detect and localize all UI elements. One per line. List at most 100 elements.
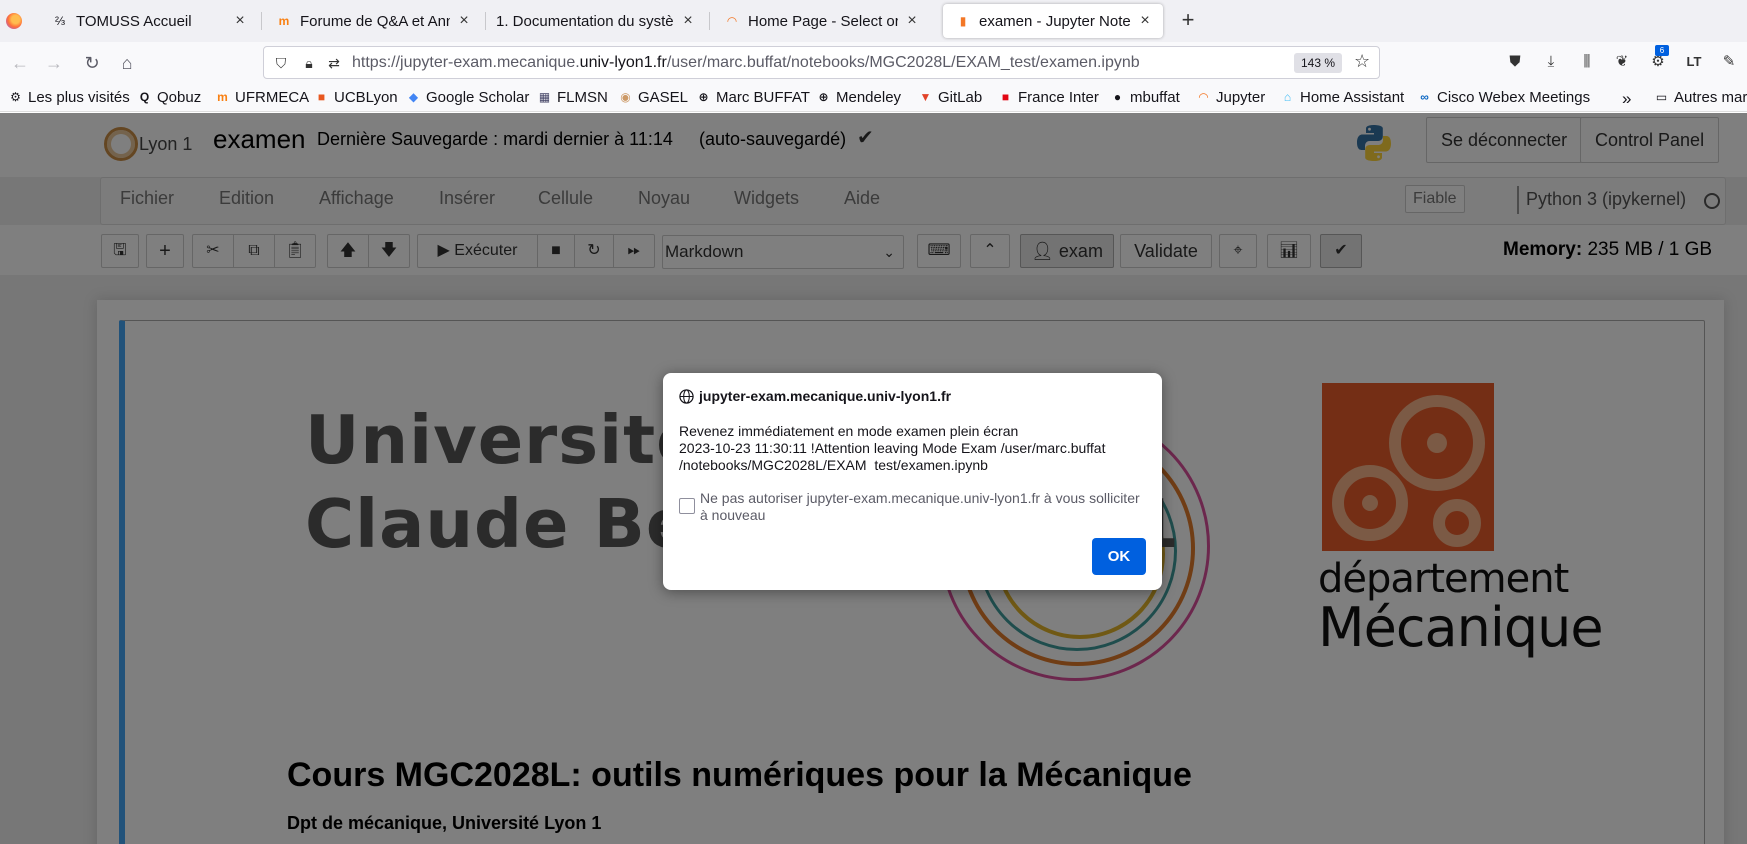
ucbl-icon: ■ xyxy=(317,90,326,104)
tab-home-page[interactable]: ◠ Home Page - Select or create × xyxy=(712,4,930,38)
bookmark-label: Home Assistant xyxy=(1300,89,1405,106)
globe-icon: ⊕ xyxy=(698,90,709,104)
firefox-logo-icon[interactable] xyxy=(6,13,22,29)
bookmark-label: mbuffat xyxy=(1130,89,1180,106)
close-icon[interactable]: × xyxy=(1137,13,1153,29)
bookmark-label: France Inter xyxy=(1018,89,1099,106)
tab-separator xyxy=(261,12,262,30)
download-icon[interactable]: ⤓ xyxy=(1541,52,1561,72)
bookmark-label: GASEL xyxy=(638,89,689,106)
bookmark-item[interactable]: ● mbuffat xyxy=(1110,89,1180,106)
jupyter-icon: ◠ xyxy=(1198,90,1209,104)
bookmark-item[interactable]: ◉ GASEL xyxy=(618,89,688,106)
zoom-level[interactable]: 143 % xyxy=(1294,53,1343,73)
dialog-message: Revenez immédiatement en mode examen ple… xyxy=(679,423,1149,474)
bookmarks-overflow-icon[interactable]: » xyxy=(1622,89,1631,109)
alert-dialog: jupyter-exam.mecanique.univ-lyon1.fr Rev… xyxy=(663,373,1162,590)
tab-separator xyxy=(485,12,486,30)
bookmark-label: Les plus visités xyxy=(28,89,130,106)
tab-documentation[interactable]: 1. Documentation du système × xyxy=(488,4,706,38)
moodle-icon: m xyxy=(278,14,290,28)
bookmark-star-icon[interactable]: ☆ xyxy=(1354,51,1370,72)
tab-separator xyxy=(709,12,710,30)
other-bookmarks[interactable]: ▭ Autres marque-pages xyxy=(1654,89,1747,106)
url-bar[interactable]: ⛉ 🔒︎ ⇄ https://jupyter-exam.mecanique.un… xyxy=(263,46,1380,79)
library-icon[interactable]: ⫼ xyxy=(1577,52,1597,72)
suppress-dialogs-checkbox[interactable] xyxy=(679,498,695,514)
close-icon[interactable]: × xyxy=(456,13,472,29)
bookmark-label: Autres marque-pages xyxy=(1674,89,1747,106)
bookmark-item[interactable]: ■ UCBLyon xyxy=(314,89,398,106)
ok-button[interactable]: OK xyxy=(1092,538,1146,575)
fraction-icon: ⅔ xyxy=(54,14,65,28)
extension-icon[interactable]: ❦ xyxy=(1612,52,1632,72)
home-icon[interactable]: ⌂ xyxy=(115,51,139,75)
tab-tomuss[interactable]: ⅔ TOMUSS Accueil × xyxy=(40,4,258,38)
gitlab-icon: ▼ xyxy=(919,90,932,104)
bookmark-item[interactable]: Q Qobuz xyxy=(137,89,201,106)
bookmark-item[interactable]: ⚙ Les plus visités xyxy=(8,89,130,106)
qobuz-icon: Q xyxy=(139,90,150,104)
message-line: Revenez immédiatement en mode examen ple… xyxy=(679,423,1019,439)
gear-icon: ⚙ xyxy=(10,90,21,104)
forward-arrow-icon[interactable]: → xyxy=(42,51,66,75)
webex-icon: ∞ xyxy=(1420,90,1429,104)
close-icon[interactable]: × xyxy=(904,13,920,29)
navigation-bar: ← → ↻ ⌂ ⛉ 🔒︎ ⇄ https://jupyter-exam.meca… xyxy=(0,42,1747,84)
flmsn-icon: ▦ xyxy=(538,90,551,104)
home-assistant-icon: ⌂ xyxy=(1283,90,1292,104)
tab-examen[interactable]: ▮ examen - Jupyter Notebook × xyxy=(943,4,1163,38)
reload-icon[interactable]: ↻ xyxy=(80,51,104,75)
pocket-icon[interactable]: ⛊ xyxy=(1505,52,1525,72)
message-line: 2023-10-23 11:30:11 !Attention leaving M… xyxy=(679,440,1106,456)
tab-forum[interactable]: m Forume de Q&A et Annonces × xyxy=(264,4,482,38)
permissions-icon[interactable]: ⇄ xyxy=(325,54,343,72)
bookmark-item[interactable]: ■ France Inter xyxy=(998,89,1099,106)
bookmark-label: Google Scholar xyxy=(426,89,530,106)
bookmark-label: Jupyter xyxy=(1216,89,1266,106)
globe-icon xyxy=(679,389,694,404)
bookmark-label: Cisco Webex Meetings xyxy=(1437,89,1591,106)
extension-badge: 6 xyxy=(1655,45,1669,56)
tab-label: Forume de Q&A et Annonces xyxy=(300,12,450,30)
tab-bar: ⅔ TOMUSS Accueil × m Forume de Q&A et An… xyxy=(0,0,1747,42)
bookmark-label: Qobuz xyxy=(157,89,202,106)
extension-icon[interactable]: ✎ xyxy=(1719,52,1739,72)
jupyter-icon: ◠ xyxy=(727,14,737,28)
bookmark-item[interactable]: ∞ Cisco Webex Meetings xyxy=(1417,89,1590,106)
message-line: /notebooks/MGC2028L/EXAM test/examen.ipy… xyxy=(679,457,988,473)
bookmarks-bar: ⚙ Les plus visités Q Qobuz m UFRMECA ■ UCBLy… xyxy=(0,84,1747,112)
close-icon[interactable]: × xyxy=(680,13,696,29)
tab-label: TOMUSS Accueil xyxy=(76,12,192,30)
languagetool-icon[interactable]: LT xyxy=(1684,52,1704,72)
moodle-icon: m xyxy=(217,90,228,104)
new-tab-button[interactable]: + xyxy=(1175,8,1201,34)
bookmark-item[interactable]: ▦ FLMSN xyxy=(537,89,608,106)
bookmark-item[interactable]: m UFRMECA xyxy=(215,89,309,106)
url-path: /user/marc.buffat/notebooks/MGC2028L/EXA… xyxy=(666,54,1140,71)
bookmark-label: FLMSN xyxy=(557,89,608,106)
bookmark-item[interactable]: ⊕ Marc BUFFAT xyxy=(696,89,810,106)
bookmark-item[interactable]: ⌂ Home Assistant xyxy=(1280,89,1404,106)
suppress-dialogs-label[interactable]: Ne pas autoriser jupyter-exam.mecanique.… xyxy=(700,490,1150,524)
folder-icon: ▭ xyxy=(1655,90,1668,104)
url-text[interactable]: https://jupyter-exam.mecanique.univ-lyon… xyxy=(352,54,1140,72)
bookmark-label: Mendeley xyxy=(836,89,902,106)
lock-icon[interactable]: 🔒︎ xyxy=(300,54,318,72)
notebook-icon: ▮ xyxy=(959,14,967,28)
bookmark-item[interactable]: ▼ GitLab xyxy=(918,89,983,106)
tab-label: 1. Documentation du système xyxy=(496,12,674,30)
close-icon[interactable]: × xyxy=(232,13,248,29)
bookmark-item[interactable]: ◆ Google Scholar xyxy=(406,89,530,106)
bookmark-label: UCBLyon xyxy=(334,89,398,106)
bookmark-label: GitLab xyxy=(938,89,983,106)
globe-icon: ⊕ xyxy=(818,90,829,104)
back-arrow-icon[interactable]: ← xyxy=(8,51,32,75)
bookmark-item[interactable]: ⊕ Mendeley xyxy=(816,89,901,106)
tab-label: Home Page - Select or create xyxy=(748,12,898,30)
bookmark-label: UFRMECA xyxy=(235,89,310,106)
shield-icon[interactable]: ⛉ xyxy=(272,54,290,72)
bookmark-item[interactable]: ◠ Jupyter xyxy=(1196,89,1265,106)
url-prefix: https://jupyter-exam.mecanique. xyxy=(352,54,580,71)
bookmark-label: Marc BUFFAT xyxy=(716,89,810,106)
